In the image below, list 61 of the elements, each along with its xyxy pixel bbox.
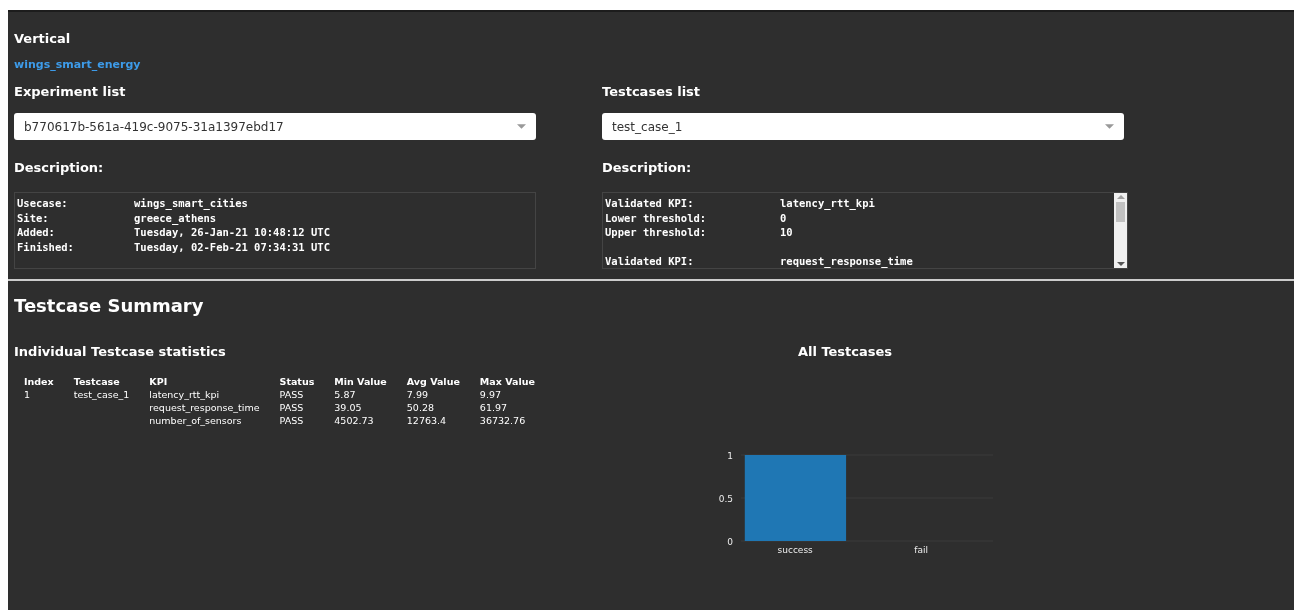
table-cell-text: test_case_1 (72, 388, 131, 401)
table-cell-text: 4502.73 (333, 414, 375, 427)
table-cell-text: latency_rtt_kpi (148, 388, 221, 401)
vertical-link[interactable]: wings_smart_energy (14, 58, 141, 71)
section-heading: Description: (602, 159, 693, 177)
description-label: Usecase: (17, 196, 69, 211)
section-heading: Experiment list (14, 83, 127, 101)
description-value: Tuesday, 02-Feb-21 07:34:31 UTC (134, 239, 330, 255)
chart-title: All Testcases (796, 343, 894, 361)
table-cell-text: PASS (278, 388, 305, 401)
description-value: 10 (780, 225, 793, 240)
table-cell-text: 9.97 (478, 388, 502, 401)
description-label: Lower threshold: (605, 210, 708, 226)
table-cell-text: 1 (23, 388, 32, 401)
description-value: 0 (780, 210, 787, 226)
description-value: Tuesday, 26-Jan-21 10:48:12 UTC (134, 225, 330, 240)
description-label: Added: (17, 225, 56, 240)
description-label: Validated KPI: (605, 196, 695, 211)
table-cell-text: 61.97 (478, 401, 509, 414)
dropdown[interactable]: test_case_1 (602, 113, 1124, 140)
table-cell-text: PASS (278, 414, 305, 427)
section-heading: Testcases list (602, 83, 702, 101)
description-value: request_response_time (780, 254, 913, 268)
column-header: Testcase (72, 375, 121, 388)
table-cell-text: 5.87 (333, 388, 357, 401)
scroll-down-icon (1116, 262, 1125, 268)
description-label: Validated KPI: (605, 254, 695, 268)
table-cell-text: 12763.4 (405, 414, 448, 427)
table-cell-text: request_response_time (148, 401, 261, 414)
axis-tick-label: 0 (727, 537, 733, 547)
description-label: Site: (17, 210, 50, 226)
table-cell-text: 50.28 (405, 401, 435, 414)
column-header: Avg Value (405, 375, 461, 388)
table-cell-text: 36732.76 (478, 414, 527, 427)
description-label: Upper threshold: (605, 225, 708, 240)
caret-icon (1105, 124, 1114, 129)
column-header: Status (278, 375, 316, 388)
column-header: Index (23, 375, 55, 388)
description-value: latency_rtt_kpi (780, 196, 875, 211)
axis-tick-label: 1 (727, 451, 733, 461)
description-value: wings_smart_cities (134, 196, 248, 211)
summary-title: Testcase Summary (14, 295, 205, 317)
axis-category-label: fail (914, 545, 928, 555)
column-header: Max Value (478, 375, 536, 388)
caret-icon (517, 124, 526, 129)
column-header: KPI (148, 375, 169, 388)
scrollbar[interactable] (1114, 193, 1127, 268)
scroll-thumb[interactable] (1116, 202, 1125, 222)
table-title: Individual Testcase statistics (14, 343, 227, 361)
axis-tick-label: 0.5 (718, 494, 733, 504)
table-cell-text: 39.05 (333, 401, 363, 414)
description-label: Finished: (17, 239, 75, 255)
description-value: greece_athens (134, 210, 217, 226)
column-header: Min Value (333, 375, 388, 388)
axis-category-label: success (777, 545, 813, 555)
table-cell-text: 7.99 (405, 388, 429, 401)
table-cell-text: PASS (278, 401, 305, 414)
section-heading: Vertical (14, 30, 72, 48)
dropdown[interactable]: b770617b-561a-419c-9075-31a1397ebd17 (14, 113, 536, 140)
table-cell-text: number_of_sensors (148, 414, 243, 427)
section-heading: Description: (14, 159, 105, 177)
